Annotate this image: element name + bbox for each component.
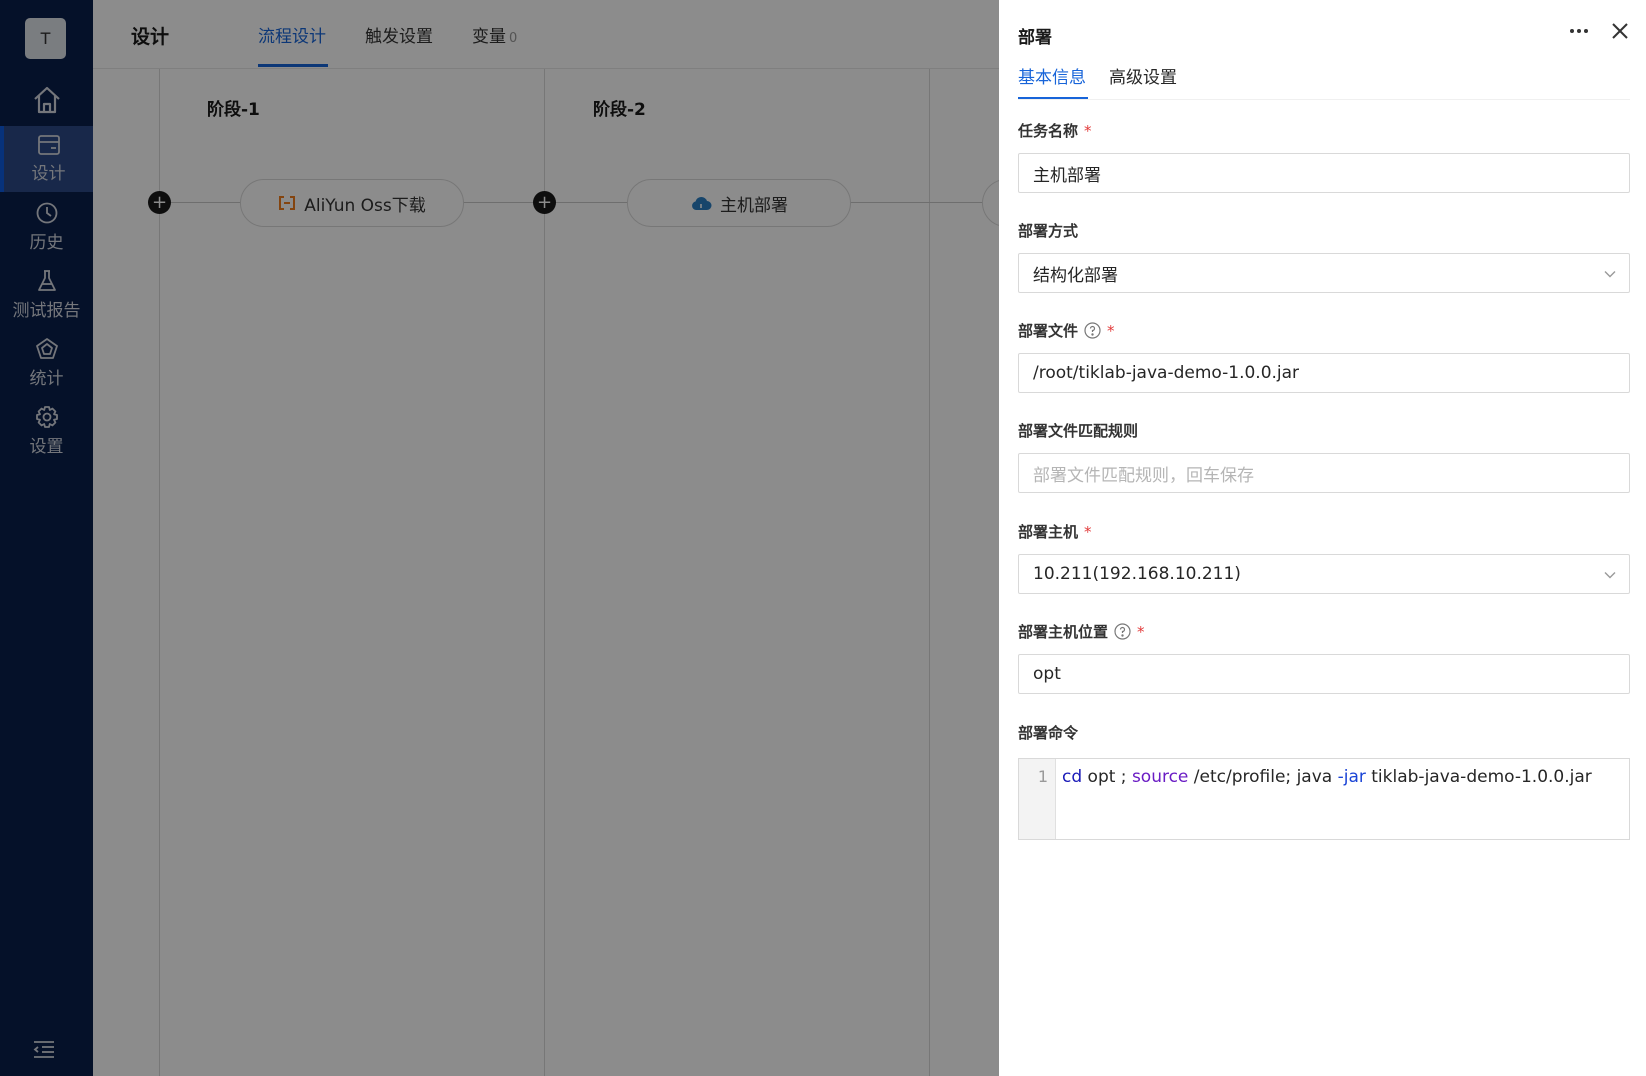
tabs-divider [1018, 99, 1630, 100]
code-token: cd [1062, 767, 1083, 787]
help-icon[interactable] [1084, 322, 1101, 339]
label-text: 部署主机位置 [1018, 623, 1109, 641]
tab-active-indicator [1018, 97, 1088, 99]
deploy-file-label: 部署文件 * [1018, 320, 1115, 341]
required-mark: * [1107, 321, 1115, 340]
command-code-line[interactable]: cd opt ; source /etc/profile; java -jar … [1062, 767, 1592, 787]
code-token: opt ; [1082, 767, 1132, 787]
file-rule-input[interactable]: 部署文件匹配规则，回车保存 [1018, 453, 1630, 493]
host-location-label: 部署主机位置 * [1018, 621, 1145, 642]
file-rule-label: 部署文件匹配规则 [1018, 420, 1138, 441]
label-text: 部署文件匹配规则 [1018, 422, 1139, 440]
close-icon[interactable] [1610, 21, 1630, 41]
drawer-backdrop[interactable] [0, 0, 999, 1076]
required-mark: * [1084, 121, 1092, 140]
tab-advanced-settings[interactable]: 高级设置 [1109, 63, 1177, 88]
deploy-mode-select[interactable]: 结构化部署 [1018, 253, 1630, 293]
required-mark: * [1137, 622, 1145, 641]
label-text: 部署文件 [1018, 322, 1079, 340]
task-name-label: 任务名称 * [1018, 120, 1092, 141]
code-token: tiklab-java-demo-1.0.0.jar [1365, 767, 1592, 787]
drawer-title: 部署 [1018, 28, 1052, 48]
more-icon[interactable] [1567, 21, 1591, 41]
label-text: 部署方式 [1018, 222, 1079, 240]
label-text: 部署主机 [1018, 523, 1079, 541]
code-token: source [1131, 767, 1189, 787]
label-text: 任务名称 [1018, 122, 1079, 140]
host-location-input[interactable]: opt [1018, 654, 1630, 694]
select-value: 10.211(192.168.10.211) [1033, 564, 1241, 584]
code-token: -jar [1337, 767, 1366, 787]
command-editor[interactable]: 1 cd opt ; source /etc/profile; java -ja… [1018, 758, 1630, 840]
label-text: 部署命令 [1018, 724, 1079, 742]
line-number: 1 [1019, 759, 1056, 839]
deploy-mode-label: 部署方式 [1018, 220, 1078, 241]
tab-basic-info[interactable]: 基本信息 [1018, 63, 1086, 88]
host-select[interactable]: 10.211(192.168.10.211) [1018, 554, 1630, 594]
deploy-file-input[interactable]: /root/tiklab-java-demo-1.0.0.jar [1018, 353, 1630, 393]
chevron-down-icon [1604, 572, 1616, 579]
select-value: 结构化部署 [1033, 265, 1118, 286]
task-config-drawer: 部署 基本信息 高级设置 任务名称 * 主机部署 部署方式 结构化部署 部署文件 … [999, 0, 1646, 1076]
command-label: 部署命令 [1018, 722, 1078, 743]
host-label: 部署主机 * [1018, 521, 1092, 542]
code-token: /etc/profile; java [1188, 767, 1338, 787]
chevron-down-icon [1604, 271, 1616, 278]
help-icon[interactable] [1114, 623, 1131, 640]
task-name-input[interactable]: 主机部署 [1018, 153, 1630, 193]
required-mark: * [1084, 522, 1092, 541]
